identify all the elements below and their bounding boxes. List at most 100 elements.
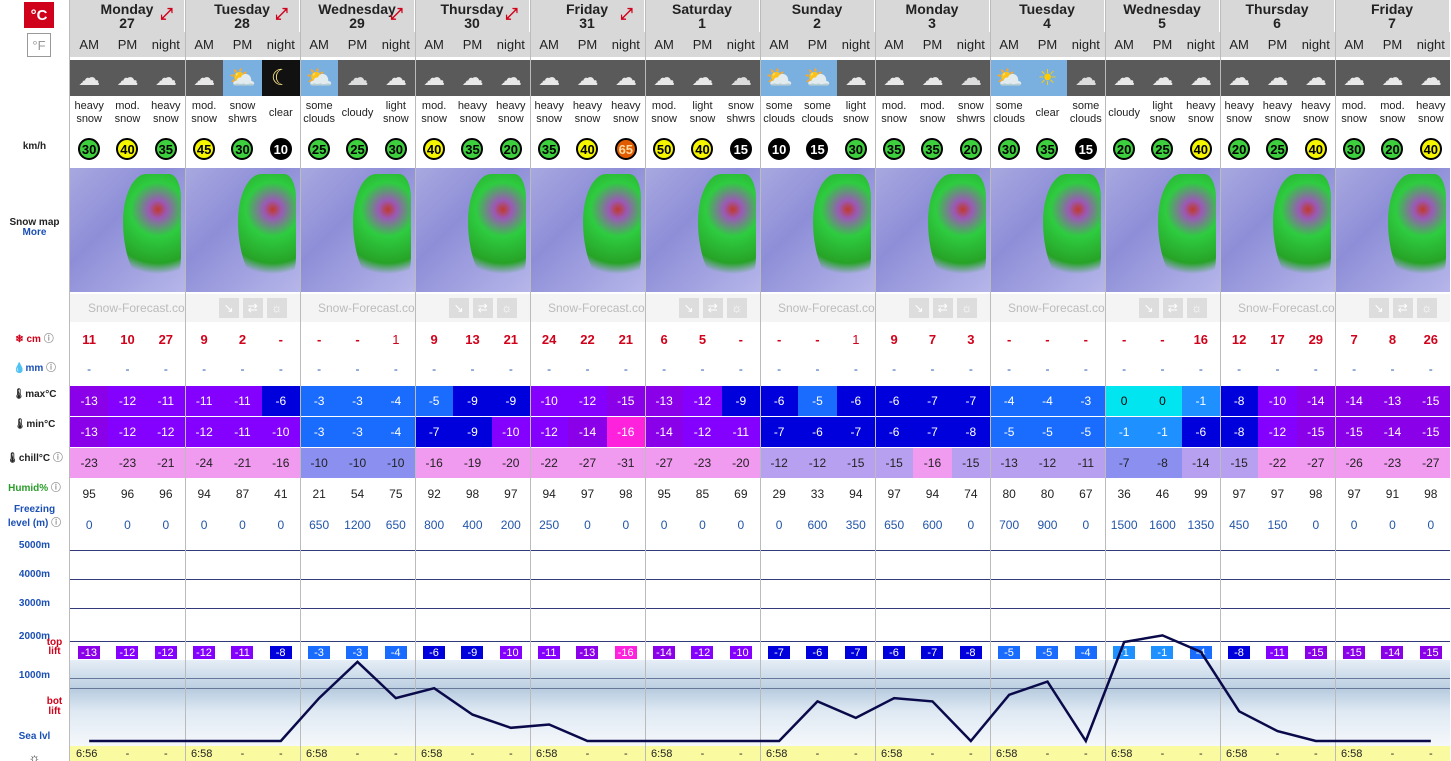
- snow-cm-value: 24: [541, 331, 557, 347]
- sunrise-time: 6:58: [644, 746, 684, 761]
- expand-icon[interactable]: ⤢: [275, 6, 293, 24]
- snow-icon: ☁: [376, 60, 415, 96]
- day-header[interactable]: Wednesday 5: [1105, 0, 1220, 32]
- weather-line-1: cloudy: [341, 106, 374, 119]
- sun-icon[interactable]: ☼: [1416, 298, 1437, 318]
- arrow-icon[interactable]: ↘: [448, 298, 469, 318]
- arrow-icon[interactable]: ↘: [1368, 298, 1389, 318]
- arrow-icon[interactable]: ↘: [908, 298, 929, 318]
- day-name: Thursday: [440, 1, 504, 17]
- info-icon[interactable]: ⓘ: [51, 483, 61, 494]
- refresh-icon[interactable]: ⇄: [932, 298, 953, 318]
- fahrenheit-toggle[interactable]: °F: [26, 32, 52, 58]
- snow-cm-value: -: [355, 331, 360, 347]
- day-header[interactable]: Friday 7: [1335, 0, 1450, 32]
- expand-icon[interactable]: ⤢: [160, 6, 178, 24]
- sunrise-icon: ☼: [28, 750, 41, 761]
- refresh-icon[interactable]: ⇄: [702, 298, 723, 318]
- snow-map-image[interactable]: [415, 168, 530, 292]
- snow-map-image[interactable]: [1105, 168, 1220, 292]
- min-temp-cell: -13: [70, 417, 109, 447]
- info-icon[interactable]: ⓘ: [44, 334, 54, 345]
- weather-description: cloudy: [1105, 98, 1143, 128]
- snow-map-image[interactable]: [760, 168, 875, 292]
- period-label: PM: [223, 32, 262, 57]
- day-header[interactable]: Sunday 2: [760, 0, 875, 32]
- row-labels: °C °F km/h Snow map More ❄ cm ⓘ 💧mm ⓘ 🌡m…: [0, 0, 69, 761]
- max-temp-cell: -15: [606, 386, 645, 416]
- snow-map-image[interactable]: [300, 168, 415, 292]
- info-icon[interactable]: ⓘ: [53, 453, 63, 464]
- freezing-level-value: 600: [807, 518, 828, 532]
- day-header[interactable]: Saturday 1: [645, 0, 760, 32]
- humidity-value: 98: [1309, 487, 1323, 501]
- snow-map-image[interactable]: [530, 168, 645, 292]
- refresh-icon[interactable]: ⇄: [242, 298, 263, 318]
- min-temp-cell: -7: [836, 417, 875, 447]
- wind-badge: 30: [998, 138, 1021, 160]
- chill-cell: -23: [1373, 448, 1412, 478]
- wind-badge: 35: [461, 138, 484, 160]
- wind-speed: 20: [952, 136, 990, 162]
- weather-line-2: snow: [76, 113, 102, 125]
- sunrise-time: -: [1411, 746, 1450, 761]
- rain-mm-value: -: [662, 362, 667, 376]
- snow-map-image[interactable]: [70, 168, 185, 292]
- sun-icon[interactable]: ☼: [1186, 298, 1207, 318]
- humidity-value: 91: [1385, 487, 1400, 501]
- expand-icon[interactable]: ⤢: [505, 6, 523, 24]
- celsius-toggle[interactable]: °C: [24, 2, 54, 28]
- sun-icon[interactable]: ☼: [956, 298, 977, 318]
- snow-map-image[interactable]: [875, 168, 990, 292]
- min-temp-cell: -7: [414, 417, 454, 447]
- day-name: Friday: [565, 1, 608, 17]
- refresh-icon[interactable]: ⇄: [1392, 298, 1413, 318]
- period-label: night: [491, 32, 530, 57]
- day-header[interactable]: Thursday 6: [1220, 0, 1335, 32]
- sun-cloud-icon: ⛅: [798, 60, 837, 96]
- info-icon[interactable]: ⓘ: [46, 363, 56, 374]
- refresh-icon[interactable]: ⇄: [472, 298, 493, 318]
- humidity-value: 98: [465, 487, 480, 501]
- chill-cell: -7: [1104, 448, 1144, 478]
- arrow-icon[interactable]: ↘: [1138, 298, 1159, 318]
- weather-line-2: snow: [1149, 113, 1176, 125]
- snow-map-image[interactable]: [645, 168, 760, 292]
- arrow-icon[interactable]: ↘: [218, 298, 239, 318]
- weather-description: mod. snow: [645, 98, 683, 128]
- sun-icon[interactable]: ☼: [266, 298, 287, 318]
- wind-badge: 25: [1151, 138, 1174, 160]
- min-temp-cell: -3: [338, 417, 377, 447]
- info-icon[interactable]: ⓘ: [51, 518, 61, 529]
- snow-map-image[interactable]: [1335, 168, 1450, 292]
- snow-map-more-link[interactable]: More: [0, 227, 69, 238]
- snow-cm-value: 27: [158, 331, 174, 347]
- weather-line-1: heavy: [534, 100, 564, 112]
- snow-cm-value: -: [1083, 331, 1088, 347]
- period-label: PM: [1028, 32, 1067, 57]
- freezing-level-value: 0: [85, 518, 93, 532]
- snow-map-image[interactable]: [185, 168, 300, 292]
- day-header[interactable]: Tuesday 4: [990, 0, 1105, 32]
- day-header[interactable]: Monday 3: [875, 0, 990, 32]
- snow-icon: ☁: [1104, 60, 1144, 96]
- snow-icon: ☁: [836, 60, 875, 96]
- min-temp-cell: -1: [1143, 417, 1182, 447]
- sun-icon[interactable]: ☼: [496, 298, 517, 318]
- humidity-value: 94: [849, 487, 863, 501]
- chill-cell: -23: [108, 448, 147, 478]
- snow-map-image[interactable]: [1220, 168, 1335, 292]
- weather-description: heavy snow: [453, 98, 491, 128]
- snow-map-image[interactable]: [990, 168, 1105, 292]
- max-temp-cell: -7: [951, 386, 990, 416]
- altitude-5000-label: 5000m: [18, 540, 51, 551]
- weather-line-2: clouds: [763, 113, 796, 125]
- arrow-icon[interactable]: ↘: [678, 298, 699, 318]
- sun-icon[interactable]: ☼: [726, 298, 747, 318]
- expand-icon[interactable]: ⤢: [390, 6, 408, 24]
- expand-icon[interactable]: ⤢: [620, 6, 638, 24]
- freezing-level-value: 0: [660, 518, 668, 532]
- snow-icon: ☁: [491, 60, 530, 96]
- wind-speed: 35: [875, 136, 913, 162]
- refresh-icon[interactable]: ⇄: [1162, 298, 1183, 318]
